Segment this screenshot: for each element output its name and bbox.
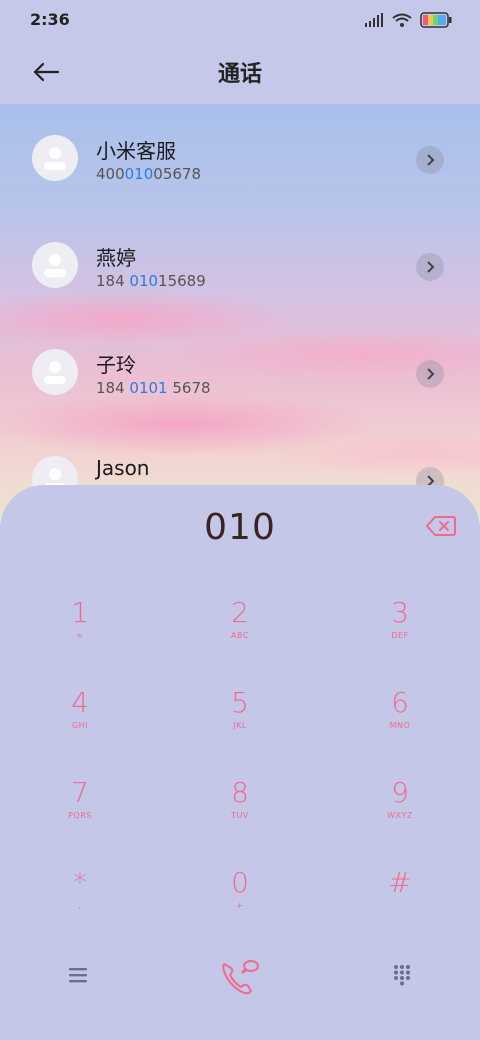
dial-key-3[interactable]: 3 DEF <box>340 597 460 677</box>
key-letters: PQRS <box>68 811 92 820</box>
contact-row[interactable]: 燕婷 184 01015689 <box>0 212 480 318</box>
contact-row[interactable]: 小米客服 40001005678 <box>0 105 480 211</box>
avatar <box>32 242 78 288</box>
key-digit: 8 <box>231 776 249 809</box>
wifi-icon <box>392 13 412 27</box>
chevron-right-icon <box>427 261 435 273</box>
key-letters: GHI <box>71 721 89 730</box>
key-letters: ∞ <box>76 631 84 640</box>
key-digit: 7 <box>71 776 89 809</box>
key-digit: * <box>73 866 87 899</box>
status-time: 2:36 <box>30 10 70 29</box>
menu-button[interactable] <box>58 955 98 995</box>
key-digit: 3 <box>391 596 409 629</box>
dial-key-star[interactable]: *, <box>20 867 140 947</box>
phone-call-icon <box>222 960 259 995</box>
contact-number: 184 01015689 <box>96 272 206 290</box>
key-digit: 6 <box>391 686 409 719</box>
key-letters: JKL <box>233 721 247 730</box>
dial-key-hash[interactable]: # <box>340 867 460 947</box>
key-digit: 0 <box>231 866 249 899</box>
backspace-icon <box>426 516 456 536</box>
key-digit: 9 <box>391 776 409 809</box>
dial-key-6[interactable]: 6 MNO <box>340 687 460 767</box>
key-letters: TUV <box>231 811 249 820</box>
contact-name: 燕婷 <box>96 246 136 270</box>
key-letters: DEF <box>391 631 409 640</box>
contact-name: 小米客服 <box>96 139 176 163</box>
key-letters: , <box>78 901 82 910</box>
key-digit: 2 <box>231 596 249 629</box>
person-icon <box>44 254 66 277</box>
key-letters: ABC <box>231 631 249 640</box>
status-bar: 2:36 <box>0 0 480 40</box>
dial-key-1[interactable]: 1 ∞ <box>20 597 140 677</box>
contact-number: 40001005678 <box>96 165 201 183</box>
contact-detail-button[interactable] <box>416 253 444 281</box>
menu-icon <box>69 968 87 983</box>
key-letters: + <box>236 901 244 910</box>
call-button[interactable] <box>212 949 268 1005</box>
avatar <box>32 349 78 395</box>
dial-key-4[interactable]: 4 GHI <box>20 687 140 767</box>
contact-detail-button[interactable] <box>416 360 444 388</box>
dialed-number-display: 010 <box>204 507 276 548</box>
avatar <box>32 135 78 181</box>
signal-icon <box>365 13 383 27</box>
contact-detail-button[interactable] <box>416 146 444 174</box>
contact-row[interactable]: 子玲 184 0101 5678 <box>0 319 480 425</box>
key-letters: WXYZ <box>387 811 413 820</box>
contact-name: 子玲 <box>96 353 136 377</box>
person-icon <box>44 361 66 384</box>
dialpad-toggle-button[interactable] <box>382 955 422 995</box>
key-digit: 5 <box>231 686 249 719</box>
person-icon <box>44 147 66 170</box>
key-digit: 4 <box>71 686 89 719</box>
page-title: 通话 <box>217 62 262 87</box>
chevron-right-icon <box>427 368 435 380</box>
status-icons <box>364 12 452 28</box>
keypad-icon <box>394 965 410 986</box>
dial-key-8[interactable]: 8 TUV <box>180 777 300 857</box>
key-digit: # <box>388 866 412 899</box>
key-letters: MNO <box>389 721 411 730</box>
backspace-button[interactable] <box>426 515 456 537</box>
dialpad-panel: 010 1 ∞ 2 ABC 3 DEF 4 GHI 5 JKL 6 MNO 7 PQRS 8T… <box>0 485 480 1040</box>
contact-name: Jason <box>96 456 150 480</box>
battery-icon <box>420 12 452 28</box>
dial-key-7[interactable]: 7 PQRS <box>20 777 140 857</box>
chevron-right-icon <box>427 154 435 166</box>
contact-number: 184 0101 5678 <box>96 379 211 397</box>
dial-key-5[interactable]: 5 JKL <box>180 687 300 767</box>
title-bar: 通话 <box>0 40 480 104</box>
dial-key-0[interactable]: 0 + <box>180 867 300 947</box>
dial-key-9[interactable]: 9 WXYZ <box>340 777 460 857</box>
dial-key-2[interactable]: 2 ABC <box>180 597 300 677</box>
key-digit: 1 <box>71 596 89 629</box>
